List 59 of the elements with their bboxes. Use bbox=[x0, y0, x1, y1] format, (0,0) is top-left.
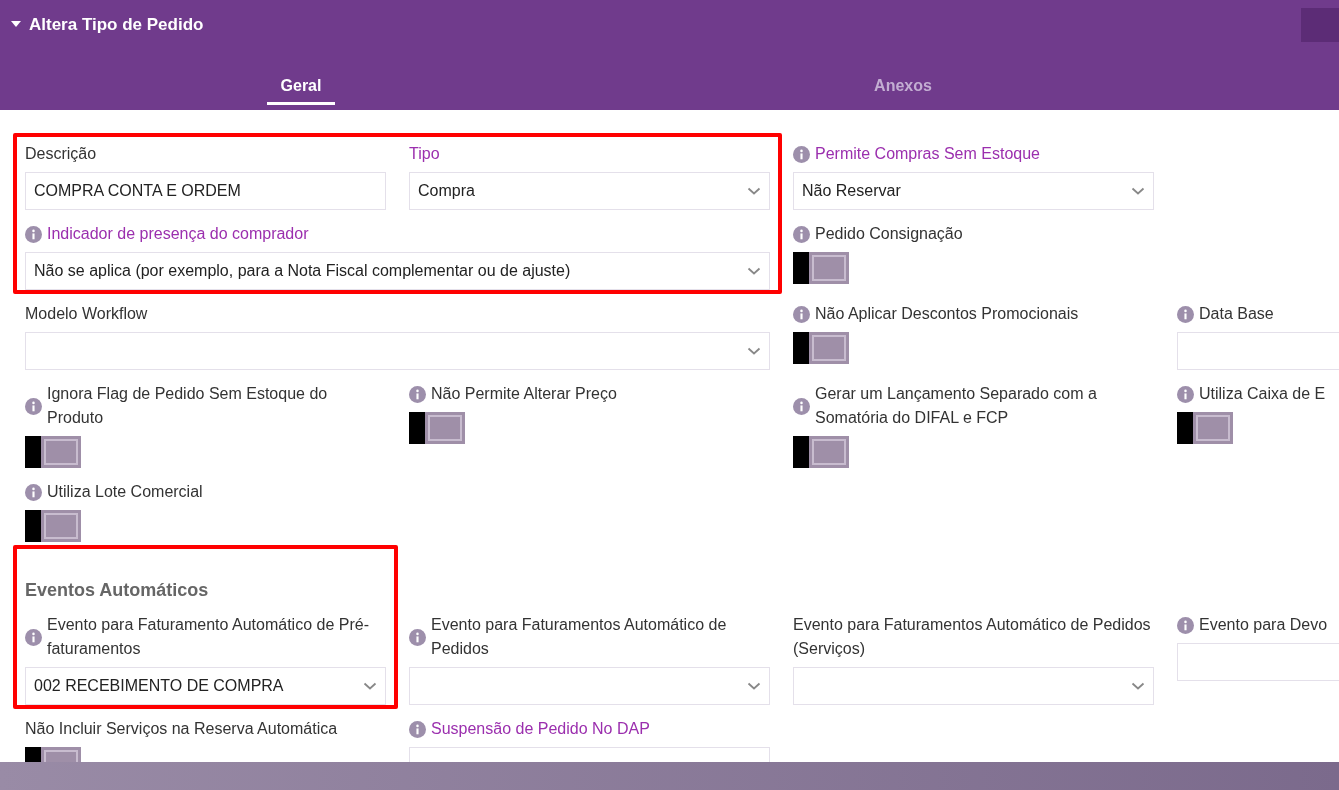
info-icon[interactable] bbox=[409, 720, 426, 738]
select-field[interactable]: Não Reservar bbox=[793, 172, 1154, 210]
toggle-switch[interactable] bbox=[25, 436, 81, 468]
tab[interactable]: Anexos bbox=[860, 74, 946, 105]
field-label: Indicador de presença do comprador bbox=[47, 224, 309, 244]
toggle-switch[interactable] bbox=[25, 510, 81, 542]
info-icon[interactable] bbox=[409, 628, 426, 646]
panel-title: Altera Tipo de Pedido bbox=[29, 15, 204, 35]
field-label: Utiliza Lote Comercial bbox=[47, 482, 203, 502]
field-label: Não Permite Alterar Preço bbox=[431, 384, 617, 404]
info-icon[interactable] bbox=[25, 225, 42, 243]
chevron-down-icon bbox=[747, 186, 761, 196]
select-field[interactable] bbox=[25, 332, 770, 370]
select-field[interactable]: 002 RECEBIMENTO DE COMPRA bbox=[25, 667, 386, 705]
field-label: Data Base bbox=[1199, 304, 1274, 324]
chevron-down-icon bbox=[1131, 681, 1145, 691]
chevron-down-icon bbox=[747, 346, 761, 356]
field-label: Não Aplicar Descontos Promocionais bbox=[815, 304, 1079, 324]
field-label: Gerar um Lançamento Separado com a Somatória do DIFAL e FCP bbox=[815, 384, 1098, 428]
chevron-down-icon bbox=[363, 681, 377, 691]
field-label: Utiliza Caixa de E bbox=[1199, 384, 1326, 404]
field-label: Evento para Devo bbox=[1199, 615, 1328, 635]
info-icon[interactable] bbox=[793, 145, 810, 163]
chevron-down-icon bbox=[747, 266, 761, 276]
field-label: Modelo Workflow bbox=[25, 304, 148, 324]
select-field[interactable] bbox=[793, 667, 1154, 705]
toggle-switch[interactable] bbox=[793, 252, 849, 284]
info-icon[interactable] bbox=[25, 397, 42, 415]
field-label: Permite Compras Sem Estoque bbox=[815, 144, 1040, 164]
field-label: Evento para Faturamento Automático de Pré-faturamentos bbox=[47, 615, 370, 659]
field-label: Suspensão de Pedido No DAP bbox=[431, 719, 650, 739]
toggle-switch[interactable] bbox=[409, 412, 465, 444]
info-icon[interactable] bbox=[793, 305, 810, 323]
select-field[interactable]: Não se aplica (por exemplo, para a Nota Fiscal complementar ou de ajuste) bbox=[25, 252, 770, 290]
section-title: Eventos Automáticos bbox=[25, 580, 209, 600]
select-field[interactable] bbox=[409, 667, 770, 705]
field-label: Evento para Faturamentos Automático de Pedidos (Serviços) bbox=[793, 615, 1152, 659]
info-icon[interactable] bbox=[25, 483, 42, 501]
chevron-down-icon bbox=[747, 681, 761, 691]
info-icon[interactable] bbox=[409, 385, 426, 403]
field-label: Ignora Flag de Pedido Sem Estoque do Produto bbox=[47, 384, 329, 428]
field-label: Descrição bbox=[25, 144, 97, 164]
chevron-down-icon bbox=[1131, 186, 1145, 196]
field-label: Evento para Faturamentos Automático de Pedidos bbox=[431, 615, 728, 659]
info-icon[interactable] bbox=[1177, 616, 1194, 634]
info-icon[interactable] bbox=[793, 397, 810, 415]
info-icon[interactable] bbox=[793, 225, 810, 243]
field-label: Pedido Consignação bbox=[815, 224, 963, 244]
toggle-switch[interactable] bbox=[1177, 412, 1233, 444]
info-icon[interactable] bbox=[25, 628, 42, 646]
info-icon[interactable] bbox=[1177, 305, 1194, 323]
tab[interactable]: Geral bbox=[266, 74, 336, 105]
toggle-switch[interactable] bbox=[793, 332, 849, 364]
field-label: Não Incluir Serviços na Reserva Automática bbox=[25, 719, 338, 739]
info-icon[interactable] bbox=[1177, 385, 1194, 403]
field-label: Tipo bbox=[409, 144, 440, 164]
text-field[interactable]: COMPRA CONTA E ORDEM bbox=[25, 172, 386, 210]
select-field[interactable]: Compra bbox=[409, 172, 770, 210]
toggle-switch[interactable] bbox=[793, 436, 849, 468]
